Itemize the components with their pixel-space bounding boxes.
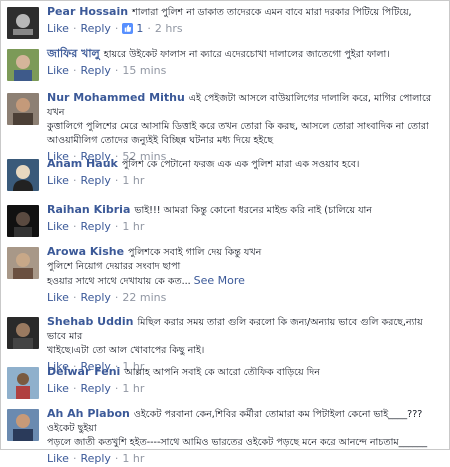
comment-body: Ah Ah Plabon ওইকেট পরবানা কেন,শিবির কর্মী…	[47, 407, 443, 467]
comment: Raihan Kibria ভাই!!! আমরা কিন্তু কোনো ধরন…	[7, 203, 443, 245]
timestamp[interactable]: 22 mins	[122, 291, 166, 304]
comment-list: Pear Hossain শালারা পুলিশ না ডাকাত তাদেরক…	[0, 0, 450, 465]
like-button[interactable]: Like	[47, 382, 69, 395]
avatar[interactable]	[7, 205, 39, 237]
comment: Nur Mohammed Mithu এই পেইজটা আসলে বাউয়াল…	[7, 91, 443, 163]
like-button[interactable]: Like	[47, 174, 69, 187]
avatar[interactable]	[7, 367, 39, 399]
commenter-name[interactable]: Nur Mohammed Mithu	[47, 91, 185, 104]
timestamp[interactable]: 15 mins	[122, 64, 166, 77]
comment: Ah Ah Plabon ওইকেট পরবানা কেন,শিবির কর্মী…	[7, 407, 443, 465]
comment-body: Arowa Kishe পুলিশকে সবাই গালি দেয় কিন্তু…	[47, 245, 443, 306]
reply-button[interactable]: Reply	[80, 382, 110, 395]
comment: Arowa Kishe পুলিশকে সবাই গালি দেয় কিন্তু…	[7, 245, 443, 315]
commenter-name[interactable]: Shehab Uddin	[47, 315, 133, 328]
comment-text: আল্লাহ আপনি সবাই কে আরো তৌফিক বাড়িয়ে দ…	[124, 367, 320, 378]
avatar[interactable]	[7, 409, 39, 441]
like-count[interactable]: 1	[136, 22, 143, 35]
avatar[interactable]	[7, 49, 39, 81]
comment-text-line: কুত্তালিগে পুলিশের মেরে আসামি ডিত্তাই কর…	[47, 121, 429, 132]
thumbs-up-icon	[122, 23, 134, 34]
commenter-name[interactable]: Ah Ah Plabon	[47, 407, 130, 420]
comment: Anam Hauk পুলিশ কে পেটানো ফরজ এক এক পুলিশ…	[7, 157, 443, 203]
comment-body: Raihan Kibria ভাই!!! আমরা কিন্তু কোনো ধরন…	[47, 203, 443, 235]
timestamp[interactable]: 1 hr	[122, 452, 144, 465]
timestamp[interactable]: 1 hr	[122, 174, 144, 187]
comment-actions: Like · Reply · 22 mins	[47, 291, 167, 304]
comment: Pear Hossain শালারা পুলিশ না ডাকাত তাদেরক…	[7, 5, 443, 47]
comment-actions: Like · Reply · 1 hr	[47, 220, 145, 233]
comment-text-line: আওয়ামীলিগ তোদের জন্যুইই বিচ্ছিন্ন ঘটনার…	[47, 135, 273, 146]
comment-actions: Like · Reply · 1 · 2 hrs	[47, 22, 183, 35]
commenter-name[interactable]: Arowa Kishe	[47, 245, 124, 258]
reply-button[interactable]: Reply	[80, 64, 110, 77]
comment-text-line: পুলিশকে সবাই গালি দেয় কিন্তু যখন	[128, 247, 262, 258]
timestamp[interactable]: 1 hr	[122, 220, 144, 233]
comment-text: হায়রে উইকেট ফালাস না ক্যারে এদেরচোখা দা…	[103, 49, 390, 60]
comment-body: Nur Mohammed Mithu এই পেইজটা আসলে বাউয়াল…	[47, 91, 443, 165]
timestamp[interactable]: 1 hr	[122, 382, 144, 395]
comment-text-line: হওয়ার সাথে সাথে দেখাযায় কে কত...	[47, 276, 191, 287]
commenter-name[interactable]: Anam Hauk	[47, 157, 118, 170]
commenter-name[interactable]: Delwar Feni	[47, 365, 120, 378]
avatar[interactable]	[7, 159, 39, 191]
commenter-name[interactable]: Pear Hossain	[47, 5, 128, 18]
comment-body: Pear Hossain শালারা পুলিশ না ডাকাত তাদেরক…	[47, 5, 443, 37]
comment-body: Delwar Feni আল্লাহ আপনি সবাই কে আরো তৌফিক…	[47, 365, 443, 397]
reply-button[interactable]: Reply	[80, 291, 110, 304]
avatar[interactable]	[7, 7, 39, 39]
like-button[interactable]: Like	[47, 22, 69, 35]
comment-text-line: পুলিশে নিয়োগ দেয়ারর সংবাদ ছাপা	[47, 261, 181, 272]
reply-button[interactable]: Reply	[80, 174, 110, 187]
comment-actions: Like · Reply · 15 mins	[47, 64, 167, 77]
like-button[interactable]: Like	[47, 452, 69, 465]
comment: Shehab Uddin মিছিল করার সময় তারা গুলি কর…	[7, 315, 443, 373]
avatar[interactable]	[7, 317, 39, 349]
avatar[interactable]	[7, 93, 39, 125]
comment-text-line: খাইছে।এটা তো আল খোবাপের কিছু নাই।	[47, 345, 205, 356]
comment-body: জাফির খালু হায়রে উইকেট ফালাস না ক্যারে এ…	[47, 47, 443, 79]
comment-actions: Like · Reply · 1 hr	[47, 174, 145, 187]
comment: জাফির খালু হায়রে উইকেট ফালাস না ক্যারে এ…	[7, 47, 443, 91]
comment: Delwar Feni আল্লাহ আপনি সবাই কে আরো তৌফিক…	[7, 365, 443, 407]
comment-actions: Like · Reply · 1 hr	[47, 452, 145, 465]
comment-text: ভাই!!! আমরা কিন্তু কোনো ধরনের মাইন্ড করি…	[134, 205, 372, 216]
comment-text-line: পড়লে জাতী কতখুশি হইত----সাথে আমিও ভারতে…	[47, 437, 428, 448]
reply-button[interactable]: Reply	[80, 22, 110, 35]
reply-button[interactable]: Reply	[80, 220, 110, 233]
comment-text: শালারা পুলিশ না ডাকাত তাদেরকে এমন বাবে ম…	[132, 7, 412, 18]
like-button[interactable]: Like	[47, 64, 69, 77]
like-button[interactable]: Like	[47, 220, 69, 233]
comment-body: Anam Hauk পুলিশ কে পেটানো ফরজ এক এক পুলিশ…	[47, 157, 443, 189]
commenter-name[interactable]: জাফির খালু	[47, 47, 100, 60]
comment-text: পুলিশ কে পেটানো ফরজ এক এক পুলিশ মারা এক …	[121, 159, 360, 170]
comment-actions: Like · Reply · 1 hr	[47, 382, 145, 395]
commenter-name[interactable]: Raihan Kibria	[47, 203, 130, 216]
timestamp[interactable]: 2 hrs	[155, 22, 183, 35]
like-button[interactable]: Like	[47, 291, 69, 304]
see-more-link[interactable]: See More	[194, 274, 245, 287]
reply-button[interactable]: Reply	[80, 452, 110, 465]
avatar[interactable]	[7, 247, 39, 279]
